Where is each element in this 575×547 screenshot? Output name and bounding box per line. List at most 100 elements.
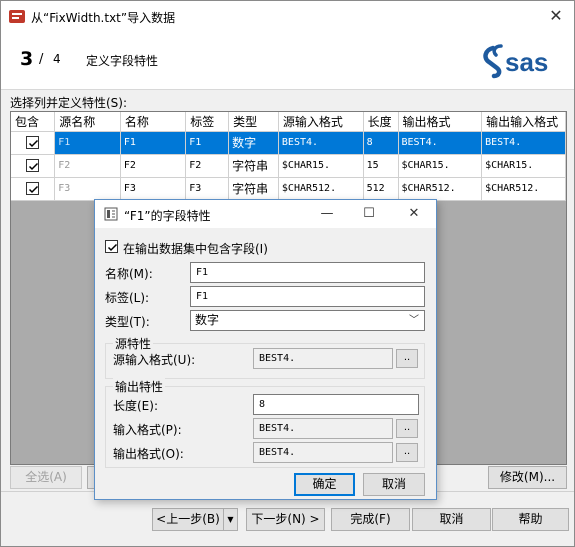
column-header[interactable]: 长度 [363,112,399,132]
informat-field: BEST4. [253,418,393,439]
checkmark-icon [29,185,39,194]
cell-src-informat: $CHAR512. [278,177,364,201]
dialog-close-icon[interactable]: ✕ [402,204,426,224]
src-informat-browse-button[interactable]: .. [396,349,418,368]
type-select[interactable]: 数字 ﹀ [190,310,425,331]
help-button[interactable]: 帮助 [492,508,569,531]
maximize-icon[interactable]: ☐ [357,204,381,224]
informat-browse-button[interactable]: .. [396,419,418,438]
back-button[interactable]: <上一步(B) [152,508,224,531]
field-properties-dialog: “F1”的字段特性 — ☐ ✕ 在输出数据集中包含字段(I) 名称(M): F1… [94,199,437,500]
cell-name: F2 [120,154,187,178]
table-row[interactable]: F3 F3 F3 字符串 $CHAR512. 512 $CHAR512. $CHAR512. [11,177,566,201]
cell-type: 数字 [228,131,279,155]
column-header[interactable]: 类型 [228,112,279,132]
src-informat-field: BEST4. [253,348,393,369]
column-header[interactable]: 名称 [120,112,187,132]
include-checkbox[interactable] [105,240,118,253]
output-group-title: 输出特性 [113,378,166,395]
app-icon [9,10,25,23]
dialog-cancel-button[interactable]: 取消 [363,473,425,496]
cell-format: $CHAR512. [398,177,483,201]
label-label: 标签(L): [105,291,150,305]
cell-label: F2 [185,154,230,178]
informat-label: 输入格式(P): [113,423,182,437]
finish-button[interactable]: 完成(F) [331,508,410,531]
column-header[interactable]: 标签 [185,112,230,132]
include-cell[interactable] [11,177,56,201]
type-label: 类型(T): [105,315,150,329]
cell-src-informat: $CHAR15. [278,154,364,178]
table-row[interactable]: F1 F1 F1 数字 BEST4. 8 BEST4. BEST4. [11,131,566,155]
column-header[interactable]: 输出输入格式 [481,112,566,132]
sas-logo: sas [483,44,548,79]
next-button[interactable]: 下一步(N) > [246,508,325,531]
cell-source: F1 [54,131,121,155]
cancel-button[interactable]: 取消 [412,508,491,531]
window-title: 从“FixWidth.txt”导入数据 [31,11,176,25]
name-field[interactable]: F1 [190,262,425,283]
cell-type: 字符串 [228,177,279,201]
table-header: 包含 源名称 名称 标签 类型 源输入格式 长度 输出格式 输出输入格式 [11,112,566,132]
cell-length: 15 [363,154,399,178]
wizard-header: 3 / 4 定义字段特性 sas [1,32,574,90]
dialog-title-bar: “F1”的字段特性 — ☐ ✕ [95,200,436,228]
ok-button[interactable]: 确定 [294,473,355,496]
title-bar: 从“FixWidth.txt”导入数据 ✕ [1,1,574,32]
cell-name: F3 [120,177,187,201]
step-separator: / [39,52,44,67]
checkmark-icon [29,139,39,148]
close-icon[interactable]: ✕ [544,5,568,27]
length-field[interactable]: 8 [253,394,419,415]
minimize-icon[interactable]: — [315,204,339,224]
include-cell[interactable] [11,131,56,155]
format-browse-button[interactable]: .. [396,443,418,462]
cell-informat: $CHAR15. [481,154,566,178]
row-include-checkbox[interactable] [26,182,40,195]
cell-length: 512 [363,177,399,201]
include-label: 在输出数据集中包含字段(I) [123,242,268,256]
back-dropdown-button[interactable]: ▼ [223,508,238,531]
column-header[interactable]: 源名称 [54,112,121,132]
column-header[interactable]: 包含 [11,112,56,132]
fields-table: 包含 源名称 名称 标签 类型 源输入格式 长度 输出格式 输出输入格式 F1 F1 F1 数字 BES… [11,112,566,201]
step-current: 3 [20,48,34,70]
dialog-title: “F1”的字段特性 [124,209,211,223]
src-informat-label: 源输入格式(U): [113,353,196,367]
checkmark-icon [107,243,118,252]
table-properties-icon [104,207,118,221]
length-label: 长度(E): [113,399,158,413]
modify-button[interactable]: 修改(M)... [488,466,567,489]
table-row[interactable]: F2 F2 F2 字符串 $CHAR15. 15 $CHAR15. $CHAR15. [11,154,566,178]
row-include-checkbox[interactable] [26,159,40,172]
source-group-title: 源特性 [113,335,154,352]
include-cell[interactable] [11,154,56,178]
cell-source: F3 [54,177,121,201]
cell-source: F2 [54,154,121,178]
select-all-button[interactable]: 全选(A) [10,466,82,489]
column-header[interactable]: 源输入格式 [278,112,364,132]
cell-informat: $CHAR512. [481,177,566,201]
sas-logo-text: sas [505,47,548,77]
name-label: 名称(M): [105,267,153,281]
step-title: 定义字段特性 [86,54,159,68]
column-header[interactable]: 输出格式 [398,112,483,132]
cell-format: $CHAR15. [398,154,483,178]
cell-informat: BEST4. [481,131,566,155]
chevron-down-icon: ﹀ [409,315,419,326]
format-field: BEST4. [253,442,393,463]
cell-label: F1 [185,131,230,155]
cell-label: F3 [185,177,230,201]
step-total: 4 [53,52,61,66]
format-label: 输出格式(O): [113,447,184,461]
type-select-value: 数字 [195,313,220,327]
checkmark-icon [29,162,39,171]
cell-format: BEST4. [398,131,483,155]
grid-label: 选择列并定义特性(S): [10,96,128,110]
cell-name: F1 [120,131,187,155]
label-field[interactable]: F1 [190,286,425,307]
row-include-checkbox[interactable] [26,136,40,149]
cell-length: 8 [363,131,399,155]
cell-type: 字符串 [228,154,279,178]
cell-src-informat: BEST4. [278,131,364,155]
